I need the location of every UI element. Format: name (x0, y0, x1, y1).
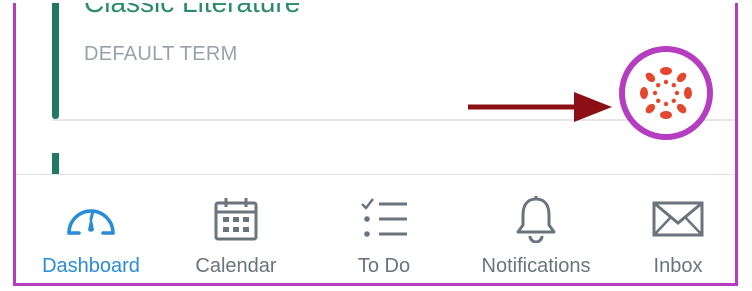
envelope-icon (652, 201, 704, 237)
tab-todo-label: To Do (357, 255, 411, 277)
canvas-logo-button[interactable] (619, 46, 713, 140)
bell-icon (516, 196, 556, 243)
bottom-tab-bar: Dashboard Calendar To Do Notifications I… (16, 174, 735, 283)
calendar-icon (214, 198, 258, 241)
todo-list-icon (361, 198, 407, 237)
tab-inbox[interactable]: Inbox (633, 175, 723, 283)
dashboard-icon (67, 209, 115, 235)
tab-dashboard-label: Dashboard (42, 255, 140, 277)
annotation-arrow (468, 92, 612, 122)
tab-calendar[interactable]: Calendar (176, 175, 296, 283)
course-color-bar (52, 3, 59, 119)
tab-calendar-label: Calendar (195, 255, 277, 277)
tab-notifications-label: Notifications (481, 255, 591, 277)
app-screen: Classic Literature DEFAULT TERM (13, 3, 738, 286)
tab-todo[interactable]: To Do (334, 175, 434, 283)
tab-inbox-label: Inbox (653, 255, 703, 277)
course-term: DEFAULT TERM (84, 43, 238, 65)
tab-notifications[interactable]: Notifications (461, 175, 611, 283)
tab-dashboard[interactable]: Dashboard (26, 175, 156, 283)
canvas-logo-icon (640, 67, 692, 119)
course-title[interactable]: Classic Literature (84, 3, 300, 19)
